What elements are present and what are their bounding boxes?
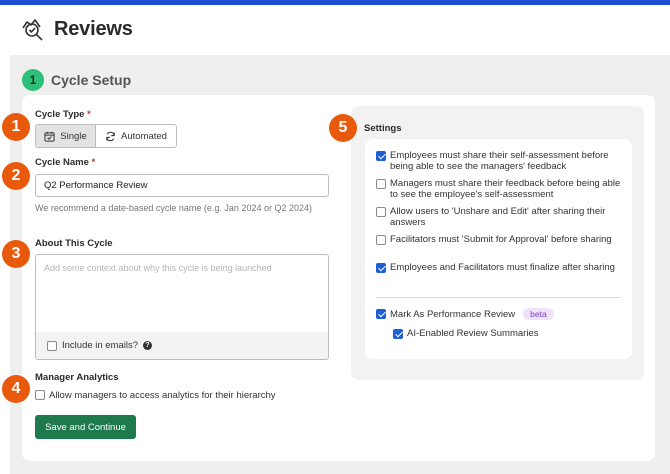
cycle-type-label-text: Cycle Type [35,109,85,120]
automated-label: Automated [121,130,167,142]
include-in-emails-row: Include in emails? ? [36,332,328,359]
manager-analytics-option-label: Allow managers to access analytics for t… [49,390,276,401]
app-header: Reviews [20,14,133,44]
setting-label: Managers must share their feedback befor… [390,178,621,200]
save-and-continue-button[interactable]: Save and Continue [35,415,136,439]
annotation-badge-2: 2 [2,162,30,190]
setting-item: Allow users to 'Unshare and Edit' after … [376,206,624,228]
about-cycle-textarea[interactable]: Add some context about why this cycle is… [35,254,329,360]
manager-analytics-checkbox[interactable] [35,390,45,400]
page-title: Reviews [54,17,133,40]
setting-item: Employees must share their self-assessme… [376,150,624,172]
cycle-name-label: Cycle Name * [35,157,95,168]
required-mark: * [91,157,96,168]
setting-item: Managers must share their feedback befor… [376,178,624,200]
setting-label: Allow users to 'Unshare and Edit' after … [390,206,606,228]
performance-review-label: Mark As Performance Review [390,308,516,320]
setting-label: Employees and Facilitators must finalize… [390,262,615,273]
setting-label: Employees must share their self-assessme… [390,150,609,172]
setting-checkbox[interactable] [376,179,386,189]
annotation-badge-5: 5 [329,114,357,142]
include-in-emails-label: Include in emails? [62,340,139,351]
ai-summaries-checkbox[interactable] [393,329,403,339]
cycle-type-toggle: Single Automated [35,124,177,148]
about-cycle-label: About This Cycle [35,238,113,249]
help-question-icon[interactable]: ? [143,341,153,350]
cycle-type-single-button[interactable]: Single [36,125,96,147]
cycle-name-input[interactable]: Q2 Performance Review [35,174,329,197]
cycle-name-help-text: We recommend a date-based cycle name (e.… [35,203,312,213]
reviews-logo-icon [22,19,43,41]
beta-badge: beta [523,308,554,320]
setting-item: Employees and Facilitators must finalize… [376,262,624,273]
cycle-name-value: Q2 Performance Review [44,180,148,191]
top-accent-bar [0,0,670,5]
required-mark: * [87,109,91,120]
annotation-badge-4: 4 [2,375,30,403]
step-header: 1 Cycle Setup [22,69,131,91]
settings-list-card [365,139,632,359]
setting-checkbox[interactable] [376,263,386,273]
setting-checkbox[interactable] [376,207,386,217]
single-label: Single [60,130,87,142]
settings-title: Settings [364,123,402,134]
setting-checkbox[interactable] [376,151,386,161]
step-number: 1 [22,69,44,91]
annotation-badge-1: 1 [2,113,30,141]
performance-review-row: Mark As Performance Review beta [376,308,624,320]
cycle-type-automated-button[interactable]: Automated [96,125,176,147]
setting-checkbox[interactable] [376,235,386,245]
ai-summaries-row: AI-Enabled Review Summaries [393,328,623,339]
manager-analytics-label: Manager Analytics [35,372,119,383]
setting-item: Facilitators must 'Submit for Approval' … [376,234,624,245]
ai-summaries-label: AI-Enabled Review Summaries [407,328,539,339]
cycle-name-label-text: Cycle Name [35,157,89,168]
settings-divider [377,297,620,298]
include-in-emails-checkbox[interactable] [47,340,57,351]
setting-label: Facilitators must 'Submit for Approval' … [390,234,612,245]
annotation-badge-3: 3 [2,240,30,268]
refresh-icon [106,131,115,141]
step-title: Cycle Setup [51,72,132,88]
cycle-type-label: Cycle Type * [35,109,91,120]
performance-review-checkbox[interactable] [376,309,386,319]
calendar-icon [44,131,55,142]
manager-analytics-row: Allow managers to access analytics for t… [35,390,276,401]
about-cycle-placeholder: Add some context about why this cycle is… [44,263,272,273]
